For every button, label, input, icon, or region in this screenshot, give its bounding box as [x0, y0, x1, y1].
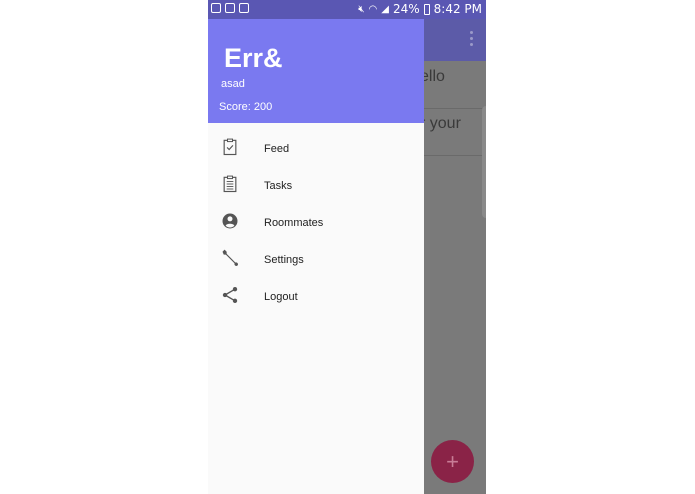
- wrench-icon: [222, 249, 238, 266]
- clipboard-check-icon: [223, 138, 237, 156]
- drawer-item-settings[interactable]: Settings: [208, 240, 424, 277]
- drawer-item-label: Settings: [264, 254, 304, 266]
- image-icon: [211, 3, 221, 13]
- navigation-drawer: Err& asad Score: 200 Feed Tasks Roommate…: [208, 19, 424, 494]
- drawer-header: Err& asad Score: 200: [208, 19, 424, 123]
- clipboard-list-icon: [223, 175, 237, 193]
- voicemail-icon: [225, 3, 235, 13]
- app-name: Err&: [224, 43, 283, 73]
- drawer-item-tasks[interactable]: Tasks: [208, 166, 424, 203]
- drawer-menu: Feed Tasks Roommates Settings Logout: [208, 129, 424, 314]
- drawer-item-label: Logout: [264, 291, 298, 303]
- user-score: Score: 200: [219, 101, 273, 113]
- share-icon: [222, 287, 238, 303]
- overflow-menu-icon[interactable]: [470, 31, 474, 46]
- status-bar: 🔇︎ ◠ ◢ 24% 8:42 PM: [208, 0, 486, 19]
- drawer-item-label: Tasks: [264, 180, 293, 192]
- phone-screen: 🔇︎ ◠ ◢ 24% 8:42 PM ello r your + Err& as…: [208, 0, 486, 494]
- drawer-item-feed[interactable]: Feed: [208, 129, 424, 166]
- popup-edge: [482, 106, 486, 218]
- user-name: asad: [221, 78, 245, 90]
- mute-icon: 🔇︎: [358, 3, 365, 15]
- wifi-icon: ◠: [368, 3, 378, 15]
- account-circle-icon: [222, 213, 238, 229]
- battery-icon: [423, 3, 430, 15]
- drawer-item-logout[interactable]: Logout: [208, 277, 424, 314]
- add-fab-button[interactable]: +: [431, 440, 474, 483]
- battery-percent: 24%: [392, 2, 420, 16]
- drawer-item-label: Feed: [264, 143, 290, 155]
- drawer-item-roommates[interactable]: Roommates: [208, 203, 424, 240]
- signal-icon: ◢: [381, 3, 389, 15]
- clock: 8:42 PM: [433, 2, 482, 16]
- drawer-item-label: Roommates: [264, 217, 324, 229]
- bag-icon: [239, 3, 249, 13]
